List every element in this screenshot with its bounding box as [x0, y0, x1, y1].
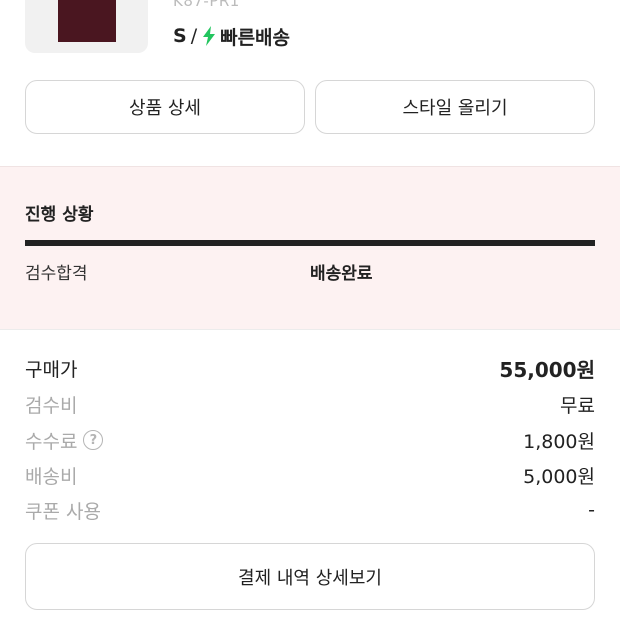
option-separator: /: [190, 25, 198, 47]
price-value: 5,000원: [523, 465, 595, 488]
price-label: 검수비: [25, 394, 78, 417]
price-label: 쿠폰 사용: [25, 500, 101, 523]
price-label-wrap: 수수료 ?: [25, 427, 104, 454]
progress-step-inspection-passed: 검수합격: [25, 264, 88, 284]
product-model-code: K87-PR1: [173, 0, 240, 10]
lightning-bolt-icon: [203, 26, 216, 46]
progress-step-delivered: 배송완료: [310, 264, 373, 284]
price-row-shipping-fee: 배송비 5,000원: [25, 462, 595, 488]
product-detail-button-label: 상품 상세: [129, 98, 201, 119]
fast-shipping-label: 빠른배송: [220, 26, 291, 49]
price-label: 배송비: [25, 465, 78, 488]
product-size: S: [173, 25, 187, 47]
price-row-coupon: 쿠폰 사용 -: [25, 497, 595, 523]
price-value: -: [588, 499, 595, 521]
product-image: [58, 0, 116, 42]
payment-detail-button[interactable]: 결제 내역 상세보기: [25, 543, 595, 610]
product-thumbnail[interactable]: [25, 0, 148, 53]
price-value: 무료: [560, 394, 595, 417]
price-row-commission: 수수료 ? 1,800원: [25, 427, 595, 453]
price-label: 수수료: [25, 430, 78, 453]
price-value: 1,800원: [523, 430, 595, 453]
product-option-line: S / 빠른배송: [173, 24, 291, 49]
progress-section: 진행 상황 검수합격 배송완료: [0, 166, 620, 330]
progress-bar: [25, 240, 595, 246]
post-style-button[interactable]: 스타일 올리기: [315, 80, 595, 134]
price-label: 구매가: [25, 358, 78, 381]
order-detail-page: K87-PR1 S / 빠른배송 상품 상세 스타일 올리기 진행 상황 검수합…: [0, 0, 620, 620]
price-value: 55,000원: [499, 357, 595, 382]
post-style-button-label: 스타일 올리기: [402, 98, 508, 119]
help-icon[interactable]: ?: [83, 430, 104, 450]
product-detail-button[interactable]: 상품 상세: [25, 80, 305, 134]
payment-detail-button-label: 결제 내역 상세보기: [238, 567, 382, 589]
price-row-inspection-fee: 검수비 무료: [25, 391, 595, 417]
price-row-purchase: 구매가 55,000원: [25, 355, 595, 382]
progress-title: 진행 상황: [25, 205, 94, 225]
